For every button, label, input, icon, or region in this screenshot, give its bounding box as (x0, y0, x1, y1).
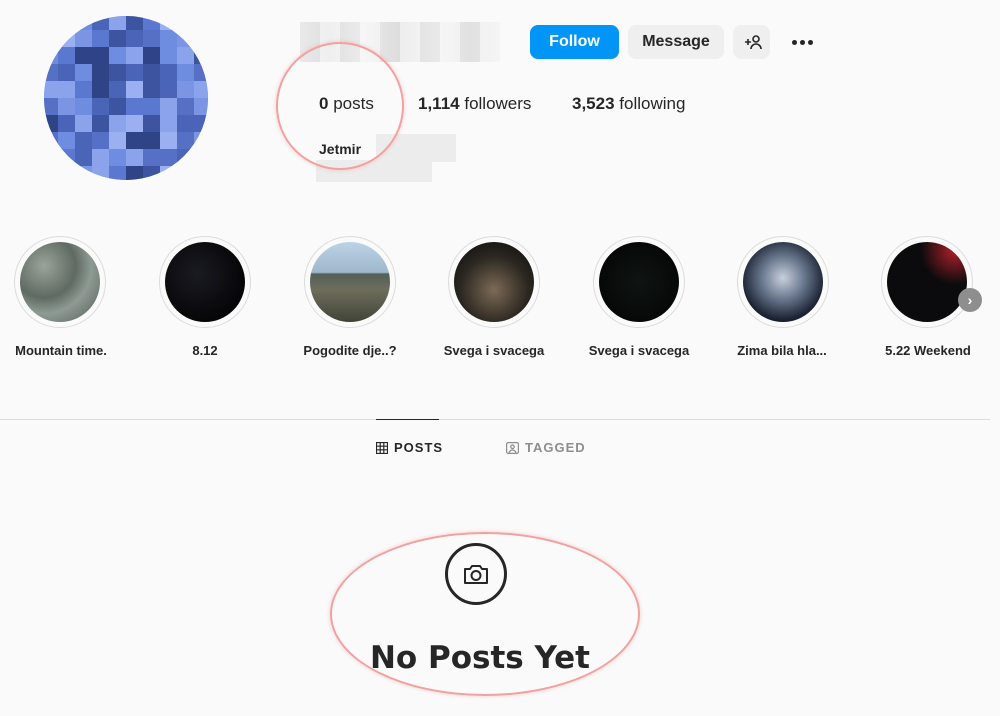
empty-state-title: No Posts Yet (369, 640, 590, 676)
followers-count-value: 1,114 (418, 94, 460, 113)
highlight-thumbnail (310, 242, 390, 322)
camera-icon (464, 565, 488, 584)
follow-button[interactable]: Follow (530, 25, 619, 59)
highlight-thumbnail (743, 242, 823, 322)
posts-count-value: 0 (319, 94, 329, 113)
tab-posts[interactable]: POSTS (376, 440, 443, 455)
highlight-item[interactable] (14, 236, 106, 328)
followers-count-label: followers (464, 94, 532, 113)
following-count-label: following (619, 94, 686, 113)
active-tab-indicator (376, 419, 439, 420)
suggested-accounts-button[interactable] (733, 25, 770, 59)
username-redacted (300, 22, 500, 62)
highlight-item[interactable] (159, 236, 251, 328)
highlight-label: 8.12 (192, 343, 218, 358)
message-button[interactable]: Message (628, 25, 724, 59)
profile-full-name: Jetmir (319, 141, 362, 157)
highlight-item[interactable] (593, 236, 685, 328)
highlight-label: Zima bila hla... (737, 343, 827, 358)
highlight-thumbnail (599, 242, 679, 322)
chevron-right-icon: › (967, 292, 973, 308)
highlight-label: 5.22 Weekend (885, 343, 971, 358)
highlight-item[interactable] (881, 236, 973, 328)
empty-state-camera (445, 543, 507, 605)
highlight-thumbnail (454, 242, 534, 322)
tab-tagged[interactable]: TAGGED (506, 440, 586, 455)
highlight-thumbnail (887, 242, 967, 322)
tagged-portrait-icon (506, 441, 519, 454)
highlight-label: Svega i svacega (588, 343, 690, 358)
tab-tagged-label: TAGGED (525, 440, 586, 455)
ellipsis-icon (791, 39, 797, 45)
highlight-label: Pogodite dje..? (303, 343, 397, 358)
following-count[interactable]: 3,523 following (572, 94, 685, 114)
highlight-thumbnail (165, 242, 245, 322)
highlight-thumbnail (20, 242, 100, 322)
more-options-button[interactable] (786, 28, 818, 56)
posts-count: 0 posts (319, 94, 374, 114)
highlight-item[interactable] (448, 236, 540, 328)
highlight-item[interactable] (304, 236, 396, 328)
posts-count-label: posts (333, 94, 374, 113)
highlight-label: Svega i svacega (443, 343, 545, 358)
following-count-value: 3,523 (572, 94, 615, 113)
highlight-item[interactable] (737, 236, 829, 328)
followers-count[interactable]: 1,114 followers (418, 94, 531, 114)
add-person-icon (744, 35, 762, 50)
highlight-label: Mountain time. (15, 343, 107, 358)
tabs-divider (0, 419, 990, 420)
tab-posts-label: POSTS (394, 440, 444, 455)
profile-avatar[interactable] (44, 16, 208, 180)
highlights-next-button[interactable]: › (958, 288, 982, 312)
grid-icon (376, 441, 388, 454)
